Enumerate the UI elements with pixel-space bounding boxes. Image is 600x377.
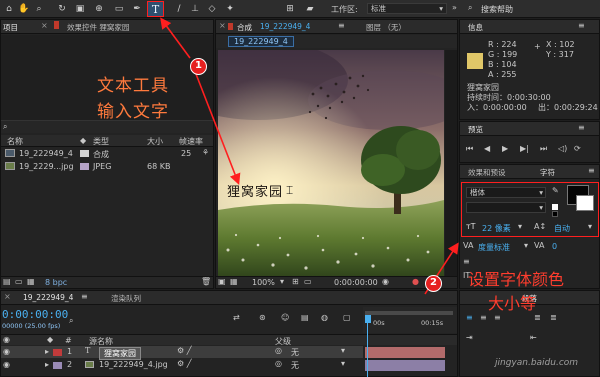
annotation-note-1-line-1: 文本工具 [97, 76, 169, 96]
annotation-note-2-line-1: 设置字体颜色 [468, 270, 565, 289]
annotation-marker-1: 1 [190, 58, 207, 75]
annotation-note-2-line-2: 大小等 [488, 294, 537, 313]
arrow-to-type-tool [160, 17, 191, 59]
watermark: jingyan.baidu.com [495, 358, 579, 368]
annotation-marker-2: 2 [425, 275, 442, 292]
annotation-note-1-line-2: 输入文字 [97, 102, 169, 122]
annotation-arrows [160, 17, 459, 295]
arrow-to-canvas-text [195, 73, 241, 185]
